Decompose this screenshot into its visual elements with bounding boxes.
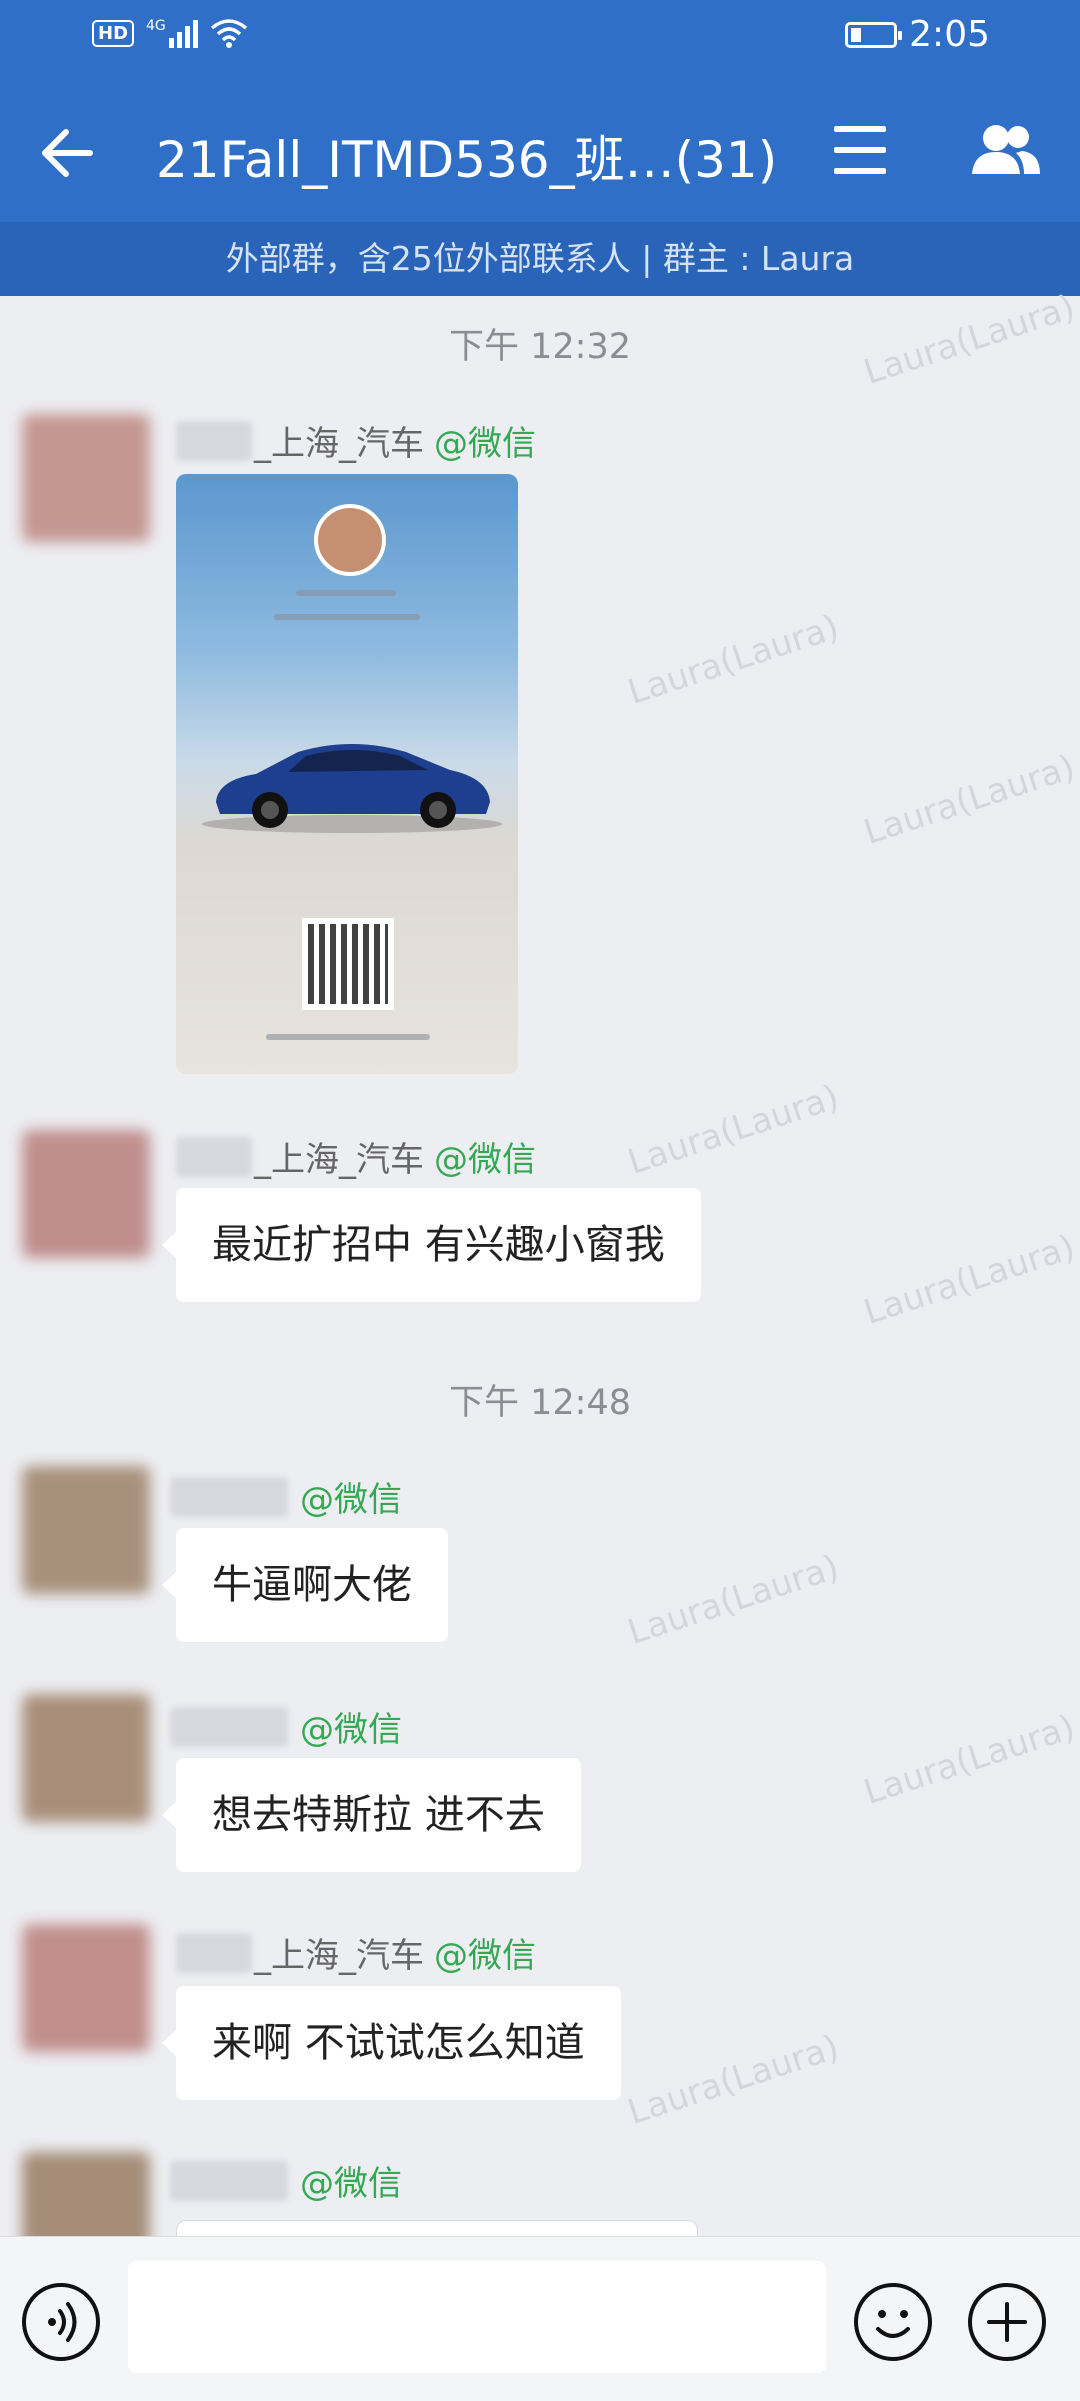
input-bar bbox=[0, 2236, 1080, 2401]
chat-title: 21Fall_ITMD536_班…(31) bbox=[156, 131, 778, 189]
status-left: HD 4G bbox=[92, 18, 248, 48]
message-input[interactable] bbox=[128, 2261, 826, 2373]
hd-icon: HD bbox=[92, 19, 135, 47]
message-bubble[interactable]: 牛逼啊大佬 bbox=[162, 1528, 448, 1642]
car-image bbox=[202, 744, 502, 833]
message-bubble[interactable]: 来啊 不试试怎么知道 bbox=[162, 1986, 621, 2100]
emoji-icon[interactable] bbox=[854, 2283, 932, 2361]
plus-icon[interactable] bbox=[968, 2283, 1046, 2361]
profile-photo bbox=[314, 504, 386, 576]
menu-icon[interactable] bbox=[834, 126, 886, 174]
timestamp: 下午 12:48 bbox=[449, 1383, 631, 1423]
sender-name: @微信 bbox=[170, 1702, 402, 1751]
wechat-tag: @微信 bbox=[300, 1480, 402, 1520]
signal-icon: 4G bbox=[146, 18, 198, 48]
timestamp: 下午 12:32 bbox=[449, 327, 631, 367]
status-right: 2:05 bbox=[845, 14, 990, 55]
sender-name: @微信 bbox=[170, 1472, 402, 1521]
sender-name: _上海_汽车 @微信 bbox=[176, 416, 536, 465]
avatar[interactable] bbox=[22, 414, 150, 542]
sender-name: _上海_汽车 @微信 bbox=[176, 1928, 536, 1977]
sender-name: _上海_汽车 @微信 bbox=[176, 1132, 536, 1181]
wechat-tag: @微信 bbox=[434, 1936, 536, 1976]
wechat-tag: @微信 bbox=[300, 2164, 402, 2204]
avatar[interactable] bbox=[22, 1694, 150, 1822]
sender-name: @微信 bbox=[170, 2156, 402, 2205]
wechat-tag: @微信 bbox=[300, 1710, 402, 1750]
image-message[interactable] bbox=[176, 474, 518, 1074]
avatar[interactable] bbox=[22, 1130, 150, 1258]
wifi-icon bbox=[210, 19, 247, 48]
network-type: 4G bbox=[146, 18, 166, 34]
wechat-tag: @微信 bbox=[434, 1140, 536, 1180]
avatar[interactable] bbox=[22, 1466, 150, 1594]
message-bubble[interactable]: 想去特斯拉 进不去 bbox=[162, 1758, 581, 1872]
back-arrow-icon[interactable] bbox=[38, 124, 96, 182]
clock: 2:05 bbox=[909, 14, 990, 55]
avatar[interactable] bbox=[22, 1924, 150, 2052]
wechat-tag: @微信 bbox=[434, 424, 536, 464]
status-bar: HD 4G 2:05 bbox=[0, 0, 1080, 80]
qr-code bbox=[302, 918, 394, 1010]
group-members-icon[interactable] bbox=[968, 120, 1044, 180]
title-bar: 21Fall_ITMD536_班…(31) bbox=[0, 80, 1080, 222]
message-bubble[interactable]: 最近扩招中 有兴趣小窗我 bbox=[162, 1188, 701, 1302]
battery-icon bbox=[845, 21, 903, 48]
voice-icon[interactable] bbox=[22, 2283, 100, 2361]
group-info-bar[interactable]: 外部群，含25位外部联系人 | 群主 : Laura bbox=[0, 222, 1080, 296]
